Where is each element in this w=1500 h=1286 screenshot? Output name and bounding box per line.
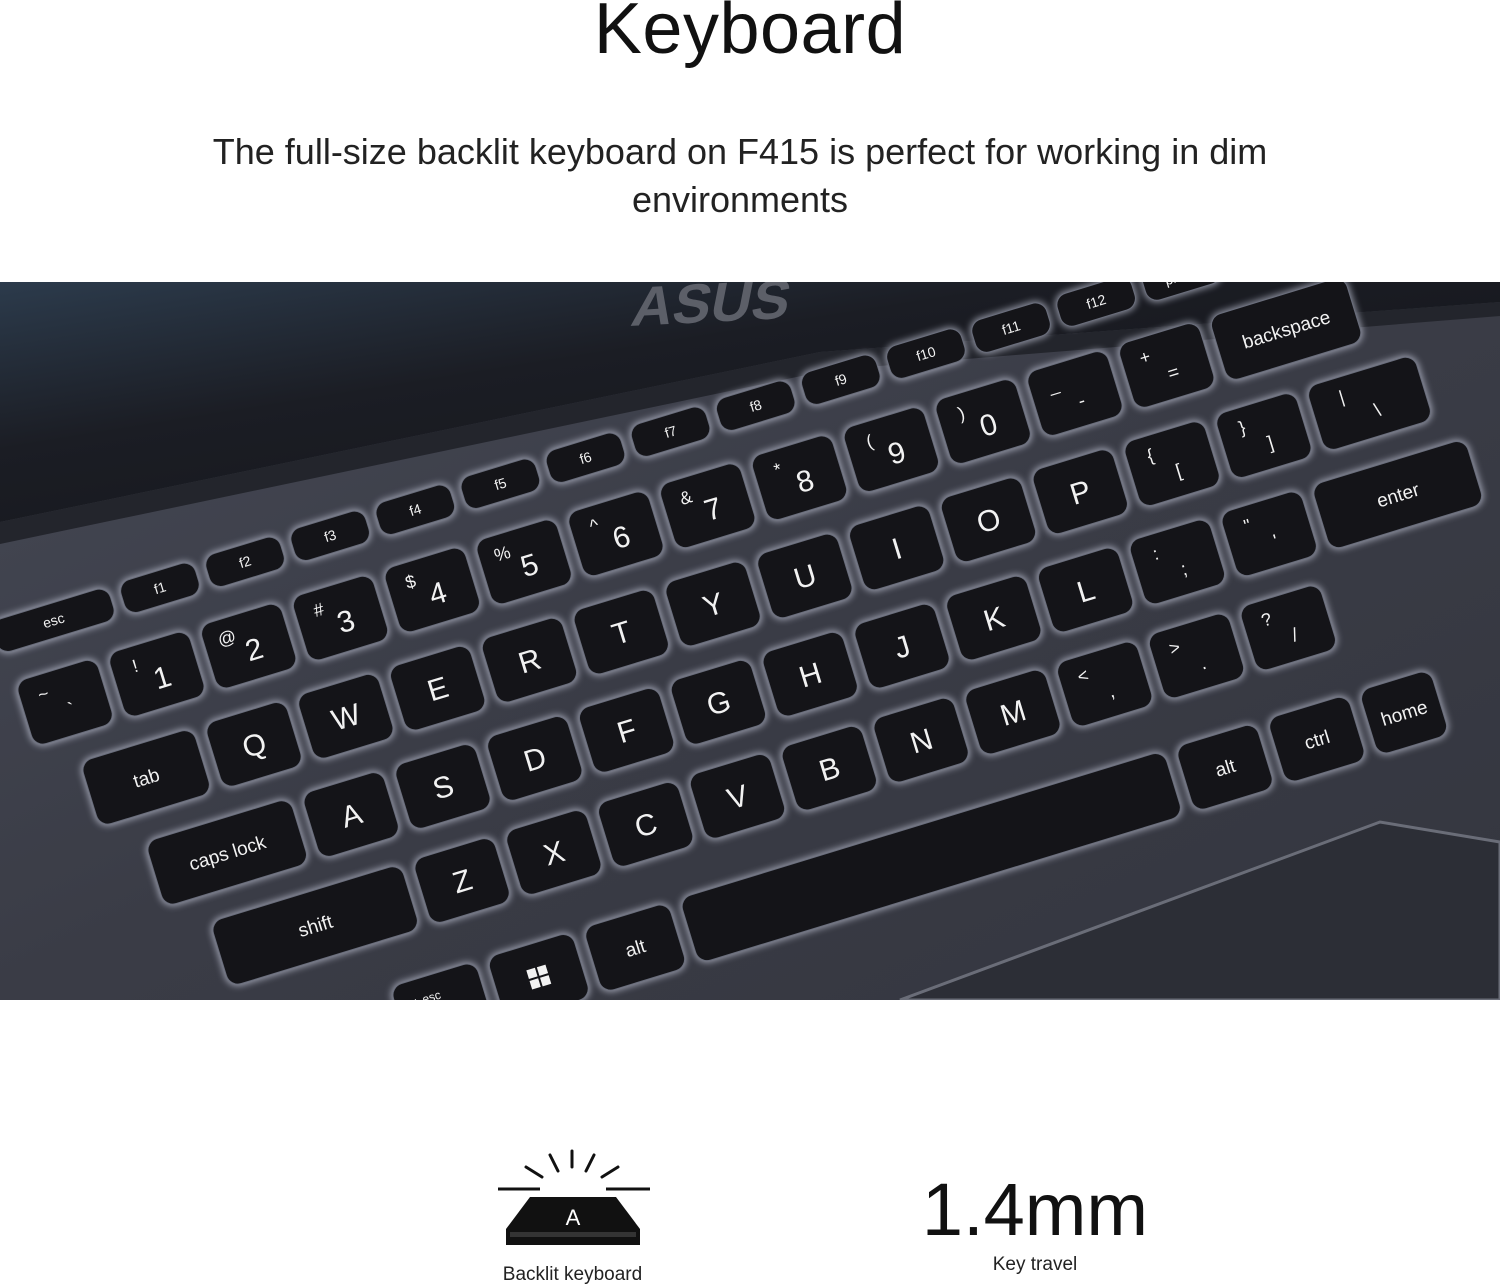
backlit-caption: Backlit keyboard — [502, 1264, 643, 1285]
page-title: Keyboard — [593, 0, 907, 69]
brand-logo: ASUS — [627, 282, 797, 339]
backlit-key-icon: A — [498, 1149, 650, 1245]
feature-key-travel: 1.4mm Key travel — [900, 1170, 1170, 1276]
page-subtitle: The full-size backlit keyboard on F415 i… — [212, 131, 1268, 220]
key-travel-caption: Key travel — [992, 1254, 1078, 1275]
backlit-key-letter: A — [566, 1205, 581, 1230]
keyboard-photo: ASUS escf1f2f3f4f5f6f7f8f9f10f11f12prt s… — [0, 282, 1500, 1000]
feature-backlit: A Backlit keyboard — [470, 1145, 675, 1286]
key-travel-value: 1.4mm — [921, 1168, 1149, 1251]
